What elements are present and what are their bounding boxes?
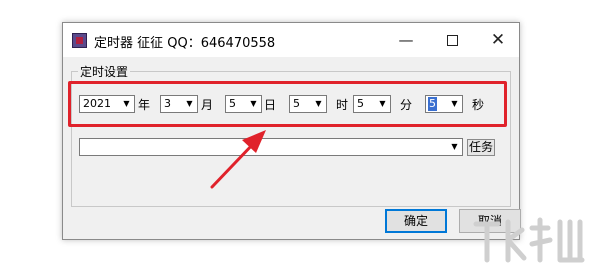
- watermark-logo: [473, 217, 585, 263]
